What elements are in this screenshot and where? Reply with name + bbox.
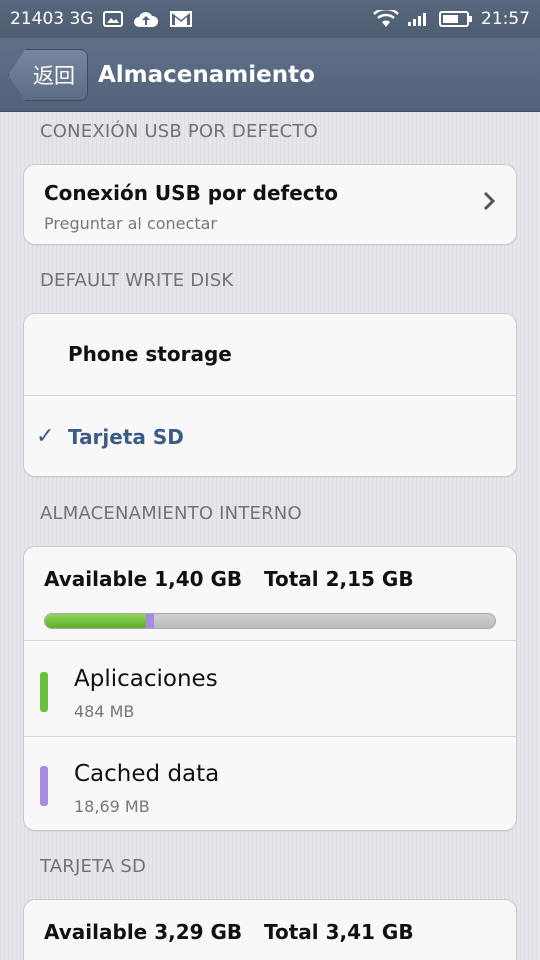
- apps-color-swatch: [40, 672, 48, 712]
- title-bar: 返回 Almacenamiento: [0, 38, 540, 112]
- internal-storage-card: Available 1,40 GB Total 2,15 GB Aplicaci…: [23, 546, 517, 831]
- section-header-internal: ALMACENAMIENTO INTERNO: [40, 503, 302, 524]
- cloud-upload-icon: [133, 10, 159, 28]
- internal-available-text: Available 1,40 GB: [44, 567, 243, 591]
- write-disk-option-sd[interactable]: ✓ Tarjeta SD: [24, 396, 516, 478]
- option-label: Phone storage: [68, 342, 232, 366]
- gmail-icon: [169, 10, 193, 28]
- item-size: 18,69 MB: [74, 797, 150, 816]
- checkmark-icon: ✓: [36, 424, 55, 449]
- back-button[interactable]: 返回: [8, 49, 88, 101]
- signal-icon: [407, 11, 431, 27]
- cache-color-swatch: [40, 766, 48, 806]
- usb-connection-item[interactable]: Conexión USB por defecto Preguntar al co…: [23, 164, 517, 245]
- section-header-write-disk: DEFAULT WRITE DISK: [40, 270, 234, 291]
- item-size: 484 MB: [74, 702, 135, 721]
- storage-item-apps[interactable]: Aplicaciones 484 MB: [24, 641, 516, 736]
- usb-connection-title: Conexión USB por defecto: [44, 181, 338, 205]
- wifi-icon: [373, 10, 399, 28]
- item-title: Aplicaciones: [74, 666, 218, 692]
- write-disk-option-phone[interactable]: Phone storage: [24, 314, 516, 396]
- section-header-sd: TARJETA SD: [40, 856, 147, 877]
- sd-total-text: Total 3,41 GB: [264, 920, 414, 944]
- section-header-usb: CONEXIÓN USB POR DEFECTO: [40, 121, 318, 142]
- sd-storage-card: Available 3,29 GB Total 3,41 GB: [23, 899, 517, 960]
- carrier-text: 21403 3G: [10, 9, 94, 29]
- storage-usage-bar: [44, 613, 496, 629]
- internal-total-text: Total 2,15 GB: [264, 567, 414, 591]
- back-button-label: 返回: [33, 64, 75, 88]
- write-disk-card: Phone storage ✓ Tarjeta SD: [23, 313, 517, 477]
- status-bar: 21403 3G 21:57: [0, 0, 540, 38]
- usb-connection-subtitle: Preguntar al conectar: [44, 214, 217, 233]
- sd-available-text: Available 3,29 GB: [44, 920, 243, 944]
- usage-segment-apps: [45, 614, 147, 628]
- chevron-right-icon: [482, 189, 496, 219]
- page-title: Almacenamiento: [98, 62, 315, 88]
- image-icon: [103, 11, 124, 27]
- item-title: Cached data: [74, 761, 220, 787]
- storage-item-cache[interactable]: Cached data 18,69 MB: [24, 737, 516, 832]
- usage-segment-cache: [146, 614, 155, 628]
- battery-icon: [439, 10, 473, 28]
- option-label-selected: Tarjeta SD: [68, 425, 184, 449]
- clock-text: 21:57: [481, 9, 530, 29]
